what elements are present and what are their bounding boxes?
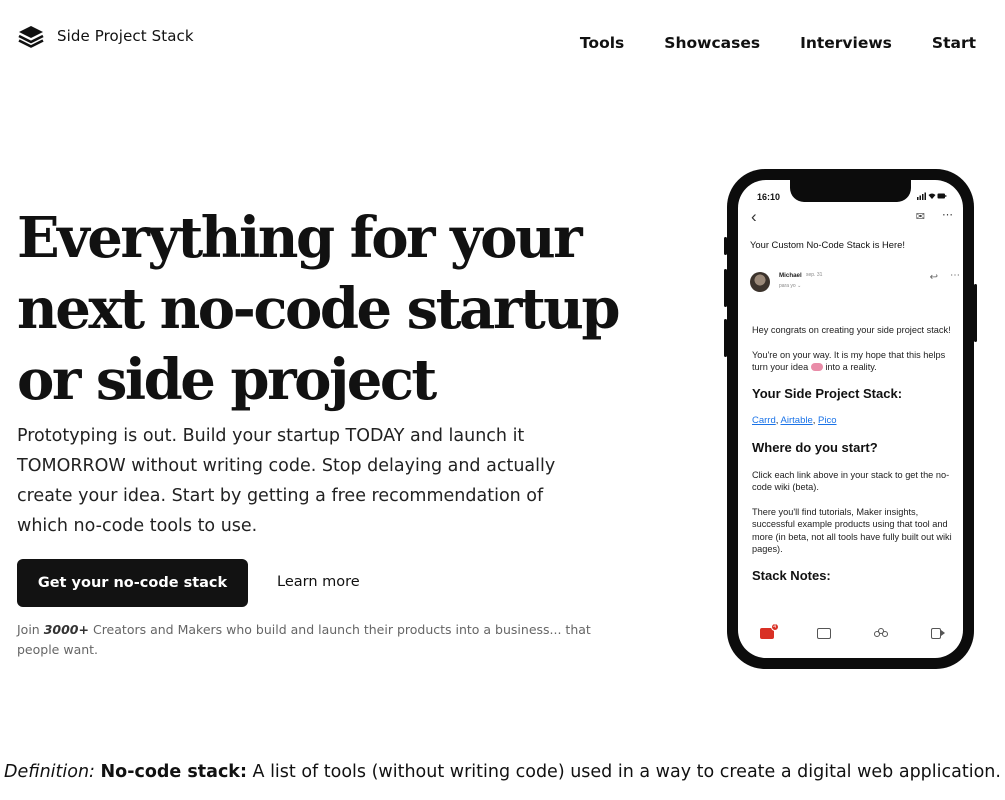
more-options-icon[interactable]: ⋯ [942, 208, 953, 221]
back-icon[interactable]: ‹ [751, 207, 757, 227]
status-icons [917, 192, 947, 202]
email-paragraph: You're on your way. It is my hope that t… [752, 349, 960, 374]
email-text: into a reality. [825, 362, 877, 372]
email-subject: Your Custom No-Code Stack is Here! [750, 239, 905, 250]
social-proof: Join 3000+ Creators and Makers who build… [17, 620, 607, 660]
phone-volume-down [724, 319, 727, 357]
signal-wifi-battery-icon [917, 192, 947, 200]
layers-icon [18, 26, 44, 48]
definition-prefix: Definition: [4, 762, 95, 782]
stack-link-airtable[interactable]: Airtable [781, 415, 813, 426]
join-count: 3000+ [43, 622, 89, 637]
brain-emoji-icon [810, 363, 823, 371]
nav-item-showcases[interactable]: Showcases [664, 34, 760, 52]
phone-volume-up [724, 269, 727, 307]
avatar [750, 272, 770, 292]
mail-icon[interactable]: ✉ [916, 210, 925, 223]
mail-badge: 4 [770, 623, 779, 631]
reply-icon[interactable]: ↩ [930, 272, 938, 283]
get-stack-button[interactable]: Get your no-code stack [17, 559, 248, 607]
brand[interactable]: Side Project Stack [17, 24, 194, 48]
email-heading: Where do you start? [752, 439, 878, 455]
definition-text: A list of tools (without writing code) u… [252, 762, 1001, 782]
brand-name: Side Project Stack [57, 27, 194, 45]
phone-power-button [974, 284, 977, 342]
join-prefix: Join [17, 622, 40, 637]
email-heading: Your Side Project Stack: [752, 385, 903, 401]
sender-date: sep. 31 [806, 272, 823, 278]
email-sender: Michael sep. 31 para yo ⌄ ↩ ⋯ [750, 270, 960, 300]
phone-screen: 16:10 ‹ ✉ ⋯ Your Custom No-Code Stack is… [738, 180, 963, 658]
email-paragraph: Hey congrats on creating your side proje… [752, 325, 951, 335]
learn-more-link[interactable]: Learn more [277, 574, 360, 590]
chat-tab-icon[interactable] [816, 628, 831, 639]
hero-lead: Prototyping is out. Build your startup T… [17, 426, 556, 536]
sender-recipient: para yo ⌄ [779, 283, 802, 289]
message-more-icon[interactable]: ⋯ [950, 270, 960, 281]
stack-links: Carrd, Airtable, Pico [752, 414, 837, 426]
stack-link-pico[interactable]: Pico [818, 415, 836, 426]
definition: Definition: No-code stack: A list of too… [0, 762, 1005, 782]
main-nav: Tools Showcases Interviews Start [580, 34, 976, 52]
phone-notch [790, 180, 911, 202]
email-body: Hey congrats on creating your side proje… [752, 324, 960, 597]
mail-tab-icon[interactable]: 4 [759, 623, 779, 639]
nav-item-tools[interactable]: Tools [580, 34, 624, 52]
hero-headline: Everything for your next no-code startup… [17, 205, 621, 413]
nav-item-start[interactable]: Start [932, 34, 976, 52]
email-paragraph: Click each link above in your stack to g… [752, 469, 950, 493]
stack-link-carrd[interactable]: Carrd [752, 415, 776, 426]
phone-mockup: 16:10 ‹ ✉ ⋯ Your Custom No-Code Stack is… [724, 169, 977, 669]
email-toolbar: ‹ ✉ ⋯ [751, 207, 953, 227]
status-time: 16:10 [757, 192, 781, 202]
nav-item-interviews[interactable]: Interviews [800, 34, 892, 52]
gmail-tab-bar: 4 [738, 618, 963, 658]
definition-term: No-code stack: [100, 762, 247, 782]
spaces-tab-icon[interactable] [874, 628, 889, 639]
meet-tab-icon[interactable] [931, 628, 946, 639]
email-heading: Stack Notes: [752, 567, 831, 583]
join-suffix: Creators and Makers who build and launch… [17, 622, 591, 657]
phone-side-button [724, 237, 727, 255]
email-paragraph: There you'll find tutorials, Maker insig… [752, 506, 952, 555]
sender-name: Michael [779, 272, 802, 279]
